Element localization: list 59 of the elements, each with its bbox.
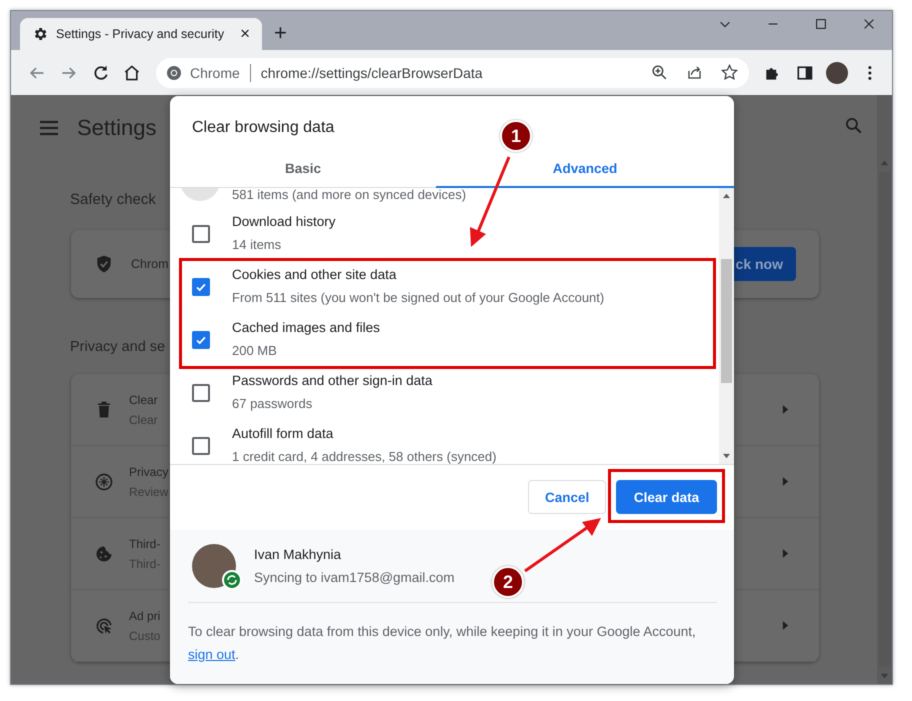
browser-logo-icon (166, 64, 182, 80)
section-heading: Safety check (70, 191, 156, 209)
close-tab-button[interactable]: × (240, 24, 250, 44)
search-icon[interactable] (844, 116, 864, 136)
zoom-icon[interactable] (650, 63, 669, 82)
settings-icon (32, 26, 48, 42)
row-title: Privacy (129, 464, 168, 478)
page-title: Settings (77, 115, 156, 141)
row-title: Ad pri (129, 608, 160, 622)
scroll-down-icon[interactable] (722, 453, 731, 460)
item-detail: From 511 sites (you won't be signed out of your Google Account) (232, 290, 604, 305)
caret-icon[interactable] (782, 620, 789, 631)
item-label: Autofill form data (232, 426, 334, 442)
card-text: Chrom (131, 257, 169, 271)
home-icon[interactable] (122, 62, 142, 82)
sign-out-link[interactable]: sign out (188, 647, 236, 662)
address-bar[interactable]: Chrome chrome://settings/clearBrowserData (156, 58, 749, 88)
dialog-title: Clear browsing data (192, 119, 334, 136)
sign-out-note: To clear browsing data from this device only, while keeping it in your Google Account, sign out. (188, 623, 697, 664)
item-detail: 581 items (and more on synced devices) (232, 188, 466, 202)
dialog-tab[interactable]: Basic (170, 150, 436, 188)
caret-icon[interactable] (782, 404, 789, 415)
item-detail: 200 MB (232, 343, 278, 358)
maximize-icon[interactable] (814, 16, 828, 30)
checkbox[interactable] (192, 384, 210, 402)
star-icon[interactable] (720, 63, 739, 82)
cookie-icon (94, 544, 114, 564)
row-title: Clear (129, 392, 158, 406)
sync-status: Syncing to ivam1758@gmail.com (254, 570, 455, 585)
item-detail: 67 passwords (232, 396, 314, 411)
list-scrollbar[interactable] (719, 188, 734, 464)
item-label: Cookies and other site data (232, 267, 398, 283)
item-label: Download history (232, 214, 336, 230)
new-tab-button[interactable]: + (274, 20, 287, 46)
close-icon[interactable] (862, 16, 876, 30)
row-title: Third- (129, 536, 160, 550)
profile-avatar[interactable] (826, 62, 848, 84)
sync-badge-icon (222, 570, 242, 590)
checkbox[interactable] (192, 437, 210, 455)
item-detail: 1 credit card, 4 addresses, 58 others (synced) (232, 449, 496, 464)
compass-icon (94, 472, 114, 492)
item-label: Cached images and files (232, 320, 380, 336)
site-label: Chrome (190, 64, 240, 80)
account-name: Ivan Makhynia (254, 547, 342, 562)
caret-icon[interactable] (782, 548, 789, 559)
target-cursor-icon (94, 616, 114, 636)
checkbox[interactable] (192, 278, 210, 296)
cancel-button[interactable]: Cancel (528, 480, 606, 514)
tab-title: Settings - Privacy and security (56, 27, 224, 41)
clear-data-button[interactable]: Clear data (616, 480, 717, 514)
url-text: chrome://settings/clearBrowserData (260, 64, 483, 80)
caret-icon[interactable] (782, 476, 789, 487)
scroll-up-icon[interactable] (722, 192, 731, 199)
section-heading: Privacy and se (70, 338, 166, 356)
item-detail: 14 items (232, 237, 282, 252)
checkbox[interactable] (192, 225, 210, 243)
checkbox[interactable] (192, 331, 210, 349)
browser-tab[interactable]: Settings - Privacy and security × (20, 18, 262, 50)
item-label: Passwords and other sign-in data (232, 373, 432, 389)
